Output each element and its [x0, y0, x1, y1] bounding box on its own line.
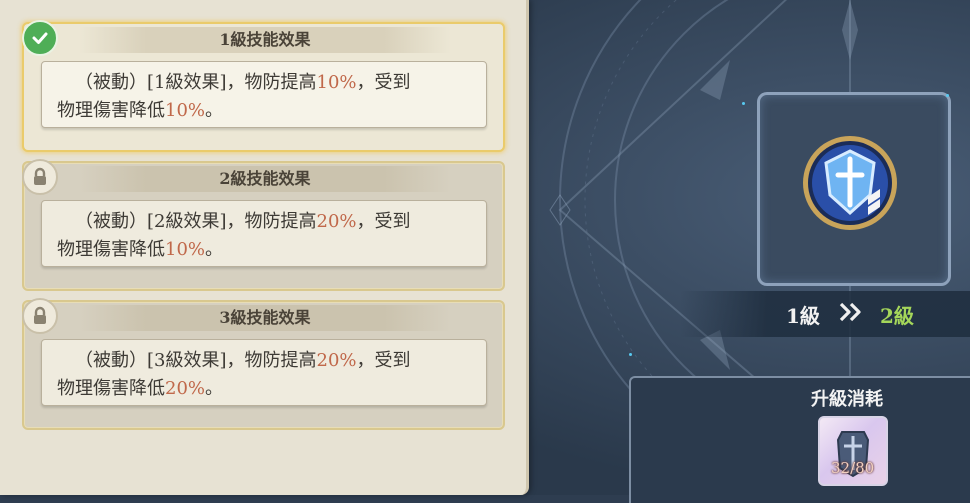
- description-value: 20%: [165, 378, 206, 399]
- skill-level-description: （被動）[3級效果]，物防提高20%，受到 物理傷害降低20%。: [41, 339, 487, 406]
- skill-level-header: 2級技能效果: [79, 166, 451, 192]
- lock-icon: [22, 159, 58, 195]
- skill-level-header: 3級技能效果: [79, 305, 451, 331]
- skill-level-card-2: 2級技能效果 （被動）[2級效果]，物防提高20%，受到 物理傷害降低10%。: [22, 159, 505, 291]
- skill-level-card-1: 1級技能效果 （被動）[1級效果]，物防提高10%，受到 物理傷害降低10%。: [22, 20, 505, 152]
- skill-effects-panel: 1級技能效果 （被動）[1級效果]，物防提高10%，受到 物理傷害降低10%。 …: [0, 0, 529, 495]
- description-text: 物理傷害降低: [57, 100, 165, 121]
- description-value: 10%: [316, 72, 357, 93]
- sparkle-dot: [629, 353, 632, 356]
- description-text: 。: [205, 100, 224, 121]
- skill-level-description: （被動）[1級效果]，物防提高10%，受到 物理傷害降低10%。: [41, 61, 487, 128]
- description-text: （被動）[3級效果]，物防提高: [75, 350, 317, 371]
- next-level: 2級: [880, 304, 914, 328]
- description-text: ，受到: [356, 350, 411, 371]
- description-value: 20%: [316, 211, 357, 232]
- upgrade-cost-panel: [629, 376, 970, 503]
- check-icon: [22, 20, 58, 56]
- description-text: 。: [205, 239, 224, 260]
- upgrade-cost-title: 升級消耗: [811, 389, 883, 410]
- lock-icon: [22, 298, 58, 334]
- sparkle-dot: [742, 102, 745, 105]
- material-count: 32/80: [831, 459, 875, 477]
- double-chevron-right-icon: [839, 302, 861, 322]
- skill-shield-icon[interactable]: [800, 133, 900, 233]
- description-text: （被動）[1級效果]，物防提高: [75, 72, 317, 93]
- skill-level-header: 1級技能效果: [79, 27, 451, 53]
- level-change-bar: [680, 291, 970, 337]
- description-text: 物理傷害降低: [57, 378, 165, 399]
- sparkle-dot: [946, 94, 949, 97]
- description-value: 10%: [165, 100, 206, 121]
- skill-level-description: （被動）[2級效果]，物防提高20%，受到 物理傷害降低10%。: [41, 200, 487, 267]
- current-level: 1級: [786, 304, 820, 328]
- description-value: 10%: [165, 239, 206, 260]
- description-text: 。: [205, 378, 224, 399]
- description-text: 物理傷害降低: [57, 239, 165, 260]
- skill-level-card-3: 3級技能效果 （被動）[3級效果]，物防提高20%，受到 物理傷害降低20%。: [22, 298, 505, 430]
- description-text: ，受到: [356, 72, 411, 93]
- description-text: ，受到: [356, 211, 411, 232]
- description-text: （被動）[2級效果]，物防提高: [75, 211, 317, 232]
- description-value: 20%: [316, 350, 357, 371]
